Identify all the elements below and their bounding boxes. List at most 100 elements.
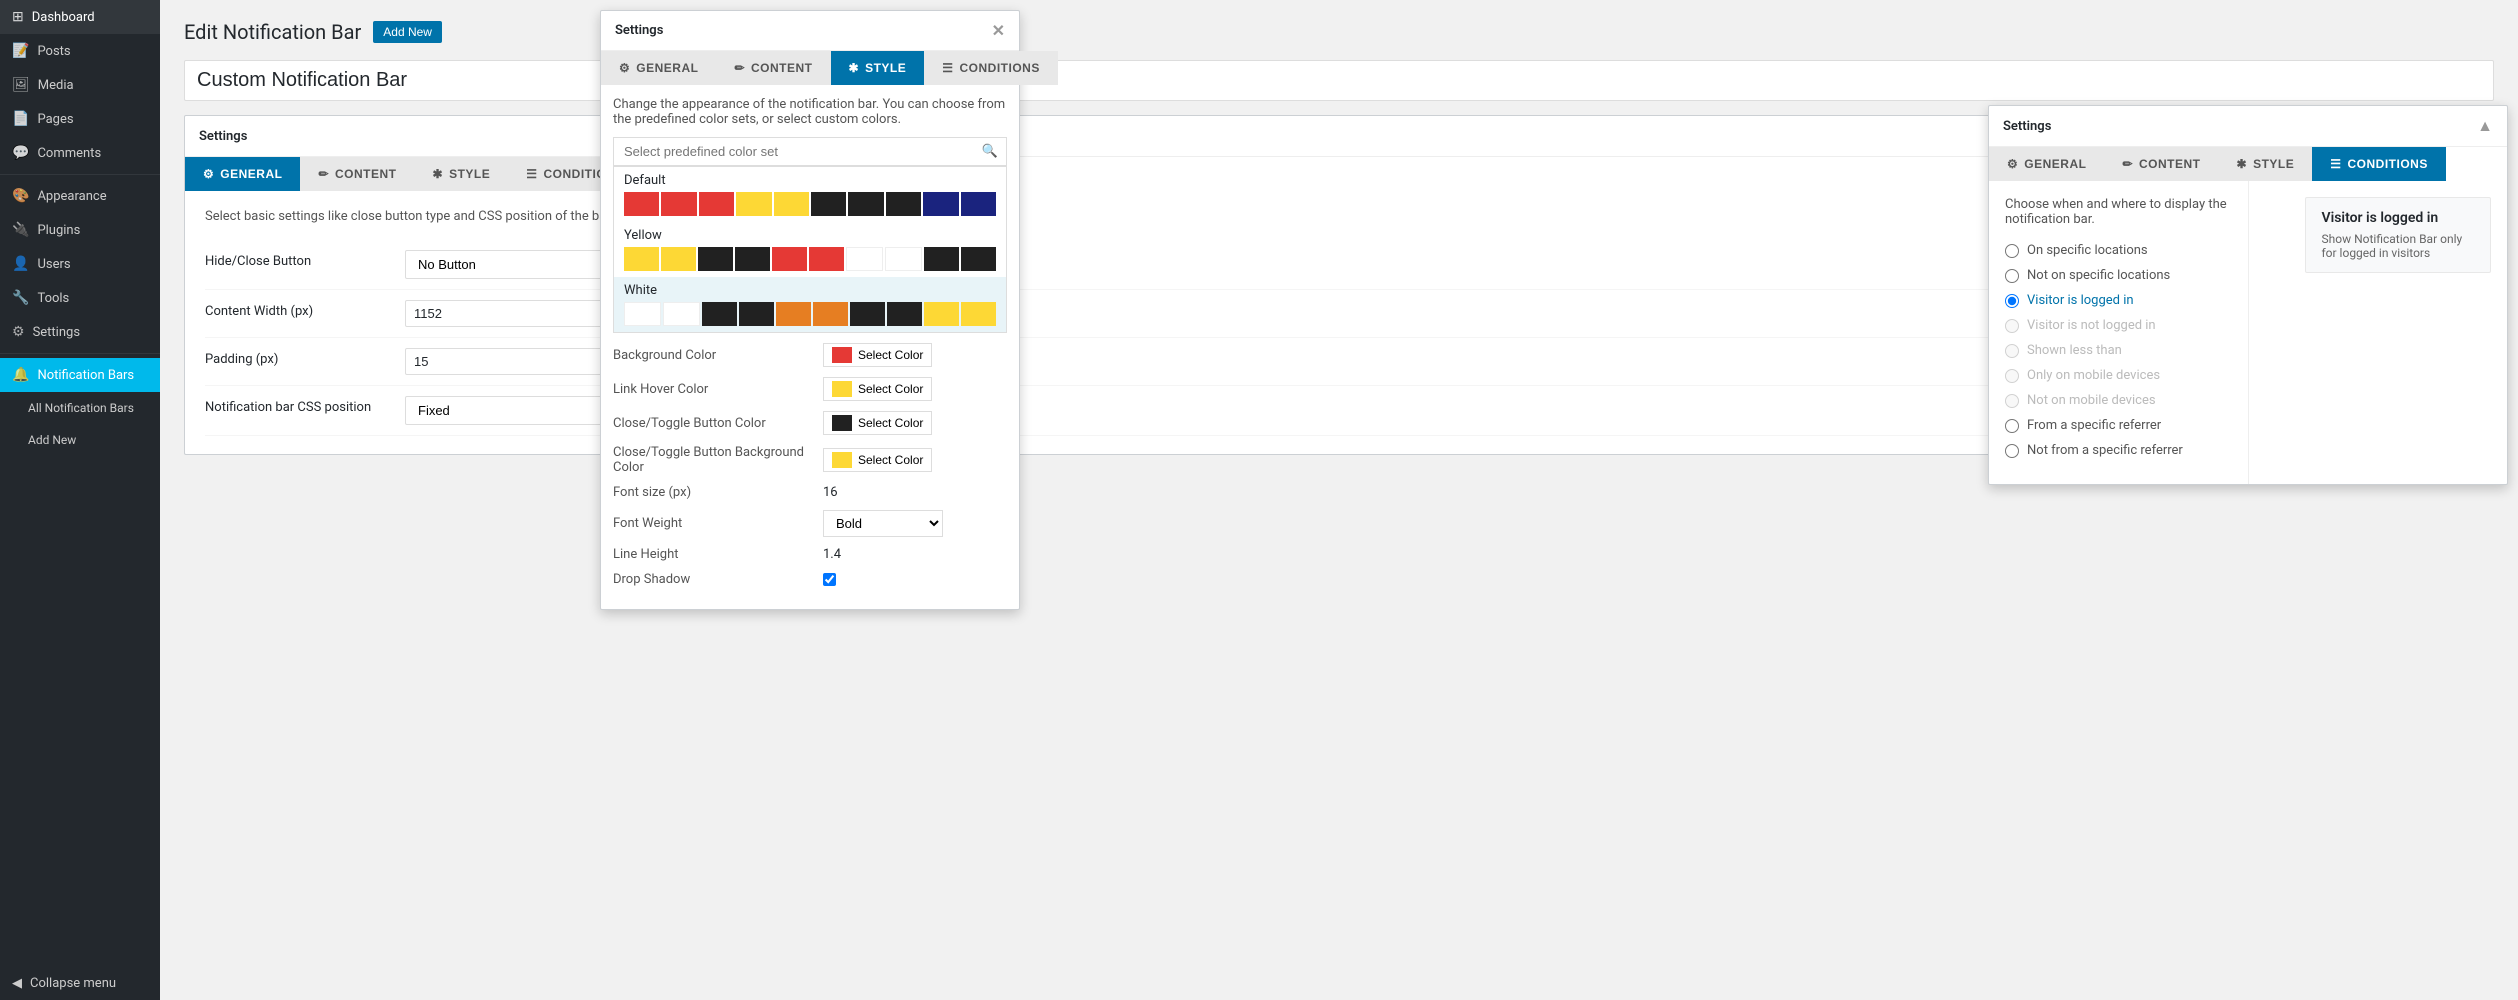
style-panel-close[interactable]: ✕ [992, 21, 1005, 40]
style-icon-c: ✱ [2237, 157, 2248, 171]
style-floating-panel: Settings ✕ ⚙ GENERAL ✏ CONTENT ✱ STYLE ☰… [600, 10, 1020, 610]
sidebar-item-label: Dashboard [32, 10, 95, 25]
comments-icon: 💬 [12, 145, 29, 161]
sidebar-item-tools[interactable]: 🔧 Tools [0, 281, 160, 315]
sidebar-item-posts[interactable]: 📝 Posts [0, 34, 160, 68]
condition-visitor-not-logged-in: Visitor is not logged in [2005, 318, 2232, 333]
conditions-panel-header: Settings ▲ [1989, 106, 2507, 147]
condition-not-specific-referrer-label: Not from a specific referrer [2027, 443, 2183, 458]
style-tab-general[interactable]: ⚙ GENERAL [601, 51, 716, 85]
settings-panel-title: Settings [199, 129, 247, 144]
color-set-input[interactable] [614, 138, 974, 165]
sidebar-item-settings[interactable]: ⚙ Settings [0, 315, 160, 349]
style-tab-style[interactable]: ✱ STYLE [831, 51, 925, 85]
sidebar-notification-label: Notification Bars [37, 368, 134, 383]
link-hover-select-label: Select Color [858, 382, 923, 396]
page-title: Edit Notification Bar [184, 20, 361, 44]
cond-tab-general[interactable]: ⚙ GENERAL [1989, 147, 2104, 181]
condition-specific-referrer-radio[interactable] [2005, 419, 2019, 433]
close-bg-color-btn[interactable]: Select Color [823, 448, 932, 472]
plugins-icon: 🔌 [12, 222, 29, 238]
bg-color-btn[interactable]: Select Color [823, 343, 932, 367]
sidebar-item-pages[interactable]: 📄 Pages [0, 102, 160, 136]
gear-icon: ⚙ [203, 167, 214, 181]
color-option-default[interactable]: Default [614, 167, 1006, 222]
tab-style[interactable]: ✱ STYLE [415, 157, 509, 191]
close-btn-color-btn[interactable]: Select Color [823, 411, 932, 435]
sidebar-item-plugins[interactable]: 🔌 Plugins [0, 213, 160, 247]
conditions-tabs: ⚙ GENERAL ✏ CONTENT ✱ STYLE ☰ CONDITIONS [1989, 147, 2507, 181]
style-tab-style-label: STYLE [865, 61, 906, 75]
font-weight-select[interactable]: Bold Normal Light [823, 510, 943, 537]
add-new-button[interactable]: Add New [373, 21, 442, 43]
style-tab-content[interactable]: ✏ CONTENT [716, 51, 830, 85]
style-description: Change the appearance of the notificatio… [613, 97, 1007, 127]
condition-visitor-not-logged-in-radio[interactable] [2005, 319, 2019, 333]
line-height-row: Line Height 1.4 [613, 547, 1007, 562]
dashboard-icon: ⊞ [12, 9, 24, 25]
cond-tab-content[interactable]: ✏ CONTENT [2104, 147, 2218, 181]
sidebar-item-label: Plugins [37, 223, 80, 238]
cond-tab-conditions[interactable]: ☰ CONDITIONS [2312, 147, 2446, 181]
sidebar-item-label: Appearance [37, 189, 106, 204]
color-option-yellow[interactable]: Yellow [614, 222, 1006, 277]
condition-visitor-logged-in-label: Visitor is logged in [2027, 293, 2134, 308]
padding-label: Padding (px) [205, 348, 405, 367]
all-notification-bars-label: All Notification Bars [28, 401, 134, 415]
media-icon: 🖼 [12, 77, 30, 93]
color-set-dropdown-icon[interactable]: 🔍 [974, 144, 1006, 159]
tab-general-label: GENERAL [220, 167, 282, 181]
condition-not-specific-locations-radio[interactable] [2005, 269, 2019, 283]
sidebar-item-all-notification-bars[interactable]: All Notification Bars [0, 392, 160, 424]
settings-icon: ⚙ [12, 324, 25, 340]
cond-tab-content-label: CONTENT [2139, 157, 2201, 171]
color-option-white[interactable]: White [614, 277, 1006, 332]
color-set-wrapper: 🔍 Default [613, 137, 1007, 333]
page-header: Edit Notification Bar Add New [184, 20, 2494, 44]
bar-title-input[interactable] [184, 60, 2494, 101]
line-height-label: Line Height [613, 547, 813, 562]
close-btn-color-row: Close/Toggle Button Color Select Color [613, 411, 1007, 435]
condition-not-specific-referrer-radio[interactable] [2005, 444, 2019, 458]
gear-icon-s: ⚙ [619, 61, 630, 75]
sidebar-item-notification-bars[interactable]: 🔔 Notification Bars [0, 358, 160, 392]
sidebar-item-dashboard[interactable]: ⊞ Dashboard [0, 0, 160, 34]
condition-shown-less-than-label: Shown less than [2027, 343, 2122, 358]
link-hover-swatch [832, 381, 852, 397]
sidebar-item-label: Media [38, 78, 74, 93]
sidebar-item-users[interactable]: 👤 Users [0, 247, 160, 281]
condition-shown-less-than-radio[interactable] [2005, 344, 2019, 358]
conditions-icon-c: ☰ [2330, 157, 2341, 171]
conditions-floating-panel: Settings ▲ ⚙ GENERAL ✏ CONTENT ✱ STYLE ☰… [1988, 105, 2508, 485]
sidebar-item-comments[interactable]: 💬 Comments [0, 136, 160, 170]
condition-not-mobile: Not on mobile devices [2005, 393, 2232, 408]
tab-style-label: STYLE [449, 167, 490, 181]
bg-color-select-label: Select Color [858, 348, 923, 362]
condition-visitor-logged-in-radio[interactable] [2005, 294, 2019, 308]
sidebar-item-collapse[interactable]: ◀ Collapse menu [0, 967, 160, 1000]
tab-general[interactable]: ⚙ GENERAL [185, 157, 300, 191]
appearance-icon: 🎨 [12, 188, 29, 204]
pages-icon: 📄 [12, 111, 29, 127]
sidebar-item-appearance[interactable]: 🎨 Appearance [0, 179, 160, 213]
sidebar-item-add-new[interactable]: Add New [0, 424, 160, 456]
cond-tab-style[interactable]: ✱ STYLE [2219, 147, 2313, 181]
style-tabs: ⚙ GENERAL ✏ CONTENT ✱ STYLE ☰ CONDITIONS [601, 51, 1019, 85]
style-tab-conditions[interactable]: ☰ CONDITIONS [924, 51, 1058, 85]
condition-not-mobile-radio[interactable] [2005, 394, 2019, 408]
tab-content[interactable]: ✏ CONTENT [300, 157, 414, 191]
style-icon-s: ✱ [849, 61, 860, 75]
sidebar-item-media[interactable]: 🖼 Media [0, 68, 160, 102]
sidebar-divider-2 [0, 353, 160, 354]
condition-only-mobile-radio[interactable] [2005, 369, 2019, 383]
close-bg-swatch [832, 452, 852, 468]
content-width-label: Content Width (px) [205, 300, 405, 319]
conditions-panel-close[interactable]: ▲ [2477, 116, 2493, 136]
close-bg-select-label: Select Color [858, 453, 923, 467]
condition-visitor-not-logged-in-label: Visitor is not logged in [2027, 318, 2156, 333]
link-hover-btn[interactable]: Select Color [823, 377, 932, 401]
content-icon-s: ✏ [734, 61, 745, 75]
condition-specific-locations-radio[interactable] [2005, 244, 2019, 258]
condition-specific-referrer: From a specific referrer [2005, 418, 2232, 433]
drop-shadow-checkbox[interactable] [823, 573, 836, 586]
